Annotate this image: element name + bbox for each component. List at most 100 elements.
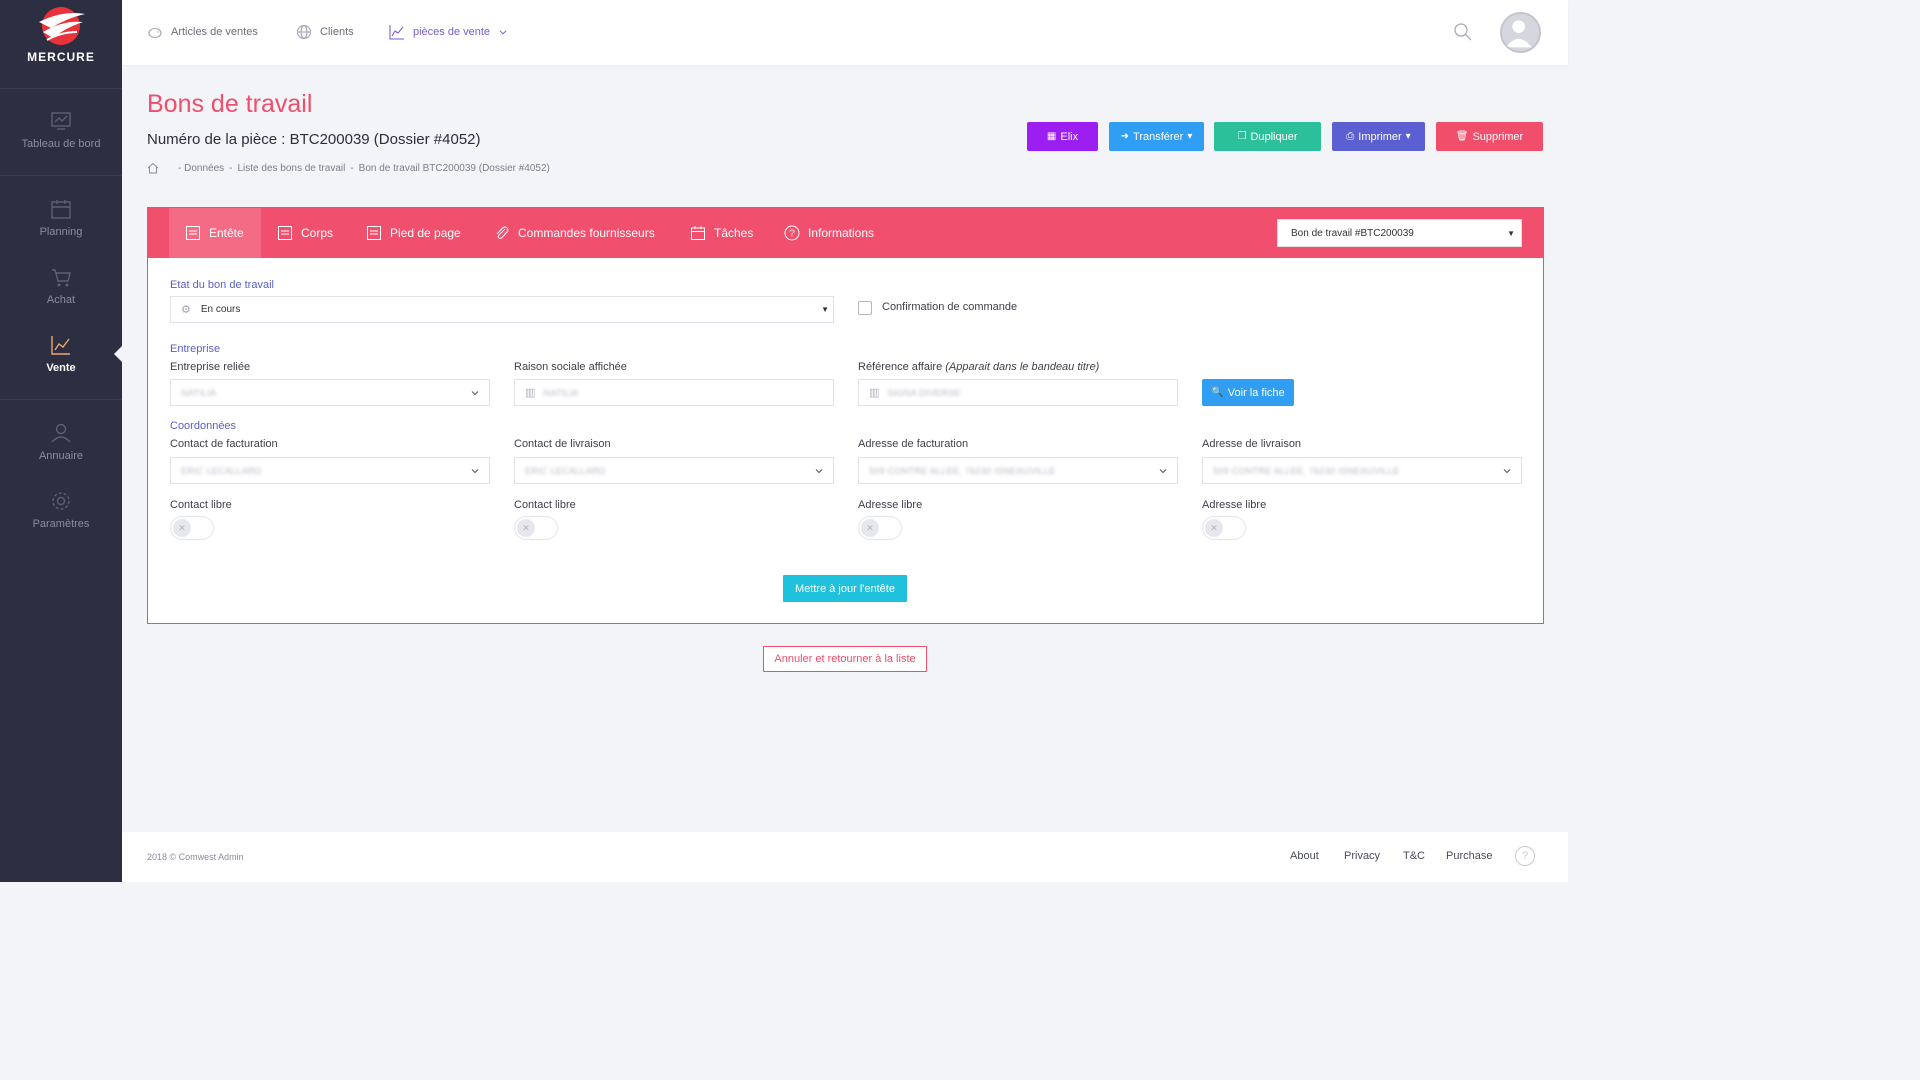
contact-facturation-value: ERIC LECALLARD [181,465,262,476]
breadcrumb-item[interactable]: Liste des bons de travail [237,163,345,174]
adresse-libre-label: Adresse libre [858,499,923,511]
sidebar-item-parametres[interactable]: Paramètres [0,490,122,530]
breadcrumb-sep: - [229,162,233,174]
nav-link-clients[interactable]: Clients [296,24,354,40]
tab-taches[interactable]: Tâches [674,208,769,258]
confirmation-checkbox[interactable] [858,301,872,315]
form-icon [186,226,200,240]
tab-pied-de-page[interactable]: Pied de page [350,208,477,258]
raison-label: Raison sociale affichée [514,361,627,373]
cart-icon [52,269,71,287]
close-icon: ✕ [173,519,191,537]
entreprise-select[interactable]: NATILIA [170,379,490,406]
help-icon[interactable]: ? [1515,846,1535,866]
sidebar-item-planning[interactable]: Planning [0,198,122,238]
nav-link-label: pièces de vente [413,26,491,38]
sidebar-item-achat[interactable]: Achat [0,266,122,306]
contact-livraison-label: Contact de livraison [514,438,611,450]
form-icon [278,226,292,240]
contact-libre-livraison-toggle[interactable]: ✕ [514,516,558,540]
adresse-livraison-label: Adresse de livraison [1202,438,1302,450]
avatar[interactable] [1500,12,1541,53]
home-icon[interactable] [147,162,159,174]
contact-livraison-value: ERIC LECALLARD [525,465,606,476]
dashboard-icon [51,112,71,130]
imprimer-button[interactable]: ⎙ Imprimer ▾ [1332,122,1425,151]
nav-link-label: Articles de ventes [171,26,258,38]
search-icon[interactable] [1453,22,1473,42]
piece-number: Numéro de la pièce : BTC200039 (Dossier … [147,131,481,148]
section-entreprise: Entreprise [170,343,221,355]
nav-link-articles[interactable]: Articles de ventes [147,24,258,40]
sidebar-item-annuaire[interactable]: Annuaire [0,422,122,462]
cancel-return-button[interactable]: Annuler et retourner à la liste [763,646,927,672]
sidebar-item-label: Tableau de bord [21,138,101,150]
adresse-libre-livraison-toggle[interactable]: ✕ [1202,516,1246,540]
caret-down-icon: ▼ [821,305,829,314]
contact-libre-facturation-toggle[interactable]: ✕ [170,516,214,540]
tab-informations[interactable]: ? Informations [768,208,890,258]
etat-select[interactable]: ⚙ En cours ▼ [170,296,834,323]
print-icon: ⎙ [1346,131,1355,142]
tab-label: Commandes fournisseurs [518,226,655,240]
contact-libre-label: Contact libre [514,499,576,511]
footer-link-purchase[interactable]: Purchase [1446,850,1492,862]
sidebar-item-dashboard[interactable]: Tableau de bord [0,110,122,150]
sidebar-item-vente[interactable]: Vente [0,334,122,374]
button-label: Transférer [1133,130,1184,143]
close-icon: ✕ [861,519,879,537]
transferer-button[interactable]: ➜ Transférer ▾ [1109,122,1204,151]
supprimer-button[interactable]: 🗑 Supprimer [1436,122,1543,151]
sidebar: MERCURE Tableau de bord Planning Achat V… [0,0,123,882]
nav-link-pieces-vente[interactable]: pièces de vente [389,24,508,40]
calculator-icon: ▦ [1046,131,1057,142]
page-title: Bons de travail [147,90,313,118]
contact-facturation-label: Contact de facturation [170,438,278,450]
contact-livraison-select[interactable]: ERIC LECALLARD [514,457,834,484]
tab-commandes-fournisseurs[interactable]: Commandes fournisseurs [478,208,671,258]
tab-label: Tâches [714,226,754,240]
tab-entete[interactable]: Entête [169,208,261,258]
contact-facturation-select[interactable]: ERIC LECALLARD [170,457,490,484]
sidebar-item-label: Planning [39,226,83,238]
reference-input[interactable]: ▥ SIGNA DIVERSE [858,379,1178,406]
footer: 2018 © Comwest Admin About Privacy T&C P… [122,832,1568,882]
button-label: Voir la fiche [1227,386,1285,399]
nav-link-label: Clients [320,26,354,38]
adresse-livraison-select[interactable]: 509 CONTRE ALLEE, 76230 ISNEAUVILLE [1202,457,1522,484]
voir-fiche-button[interactable]: 🔍 Voir la fiche [1202,379,1294,406]
footer-link-about[interactable]: About [1290,850,1319,862]
document-card: Entête Corps Pied de page Commandes four… [147,207,1544,624]
reference-value: SIGNA DIVERSE [887,387,961,398]
breadcrumb-item[interactable]: - Données [178,163,224,174]
breadcrumb-item: Bon de travail BTC200039 (Dossier #4052) [358,162,550,174]
breadcrumb-sep: - [350,162,354,174]
calendar-icon [51,200,71,219]
reference-hint: (Apparait dans le bandeau titre) [945,361,1100,373]
adresse-facturation-select[interactable]: 509 CONTRE ALLEE, 76230 ISNEAUVILLE [858,457,1178,484]
sidebar-item-label: Annuaire [38,450,84,462]
update-entete-button[interactable]: Mettre à jour l'entête [783,575,907,602]
document-select[interactable]: Bon de travail #BTC200039 ▼ [1277,219,1522,247]
chevron-down-icon [499,30,507,35]
adresse-facturation-label: Adresse de facturation [858,438,969,450]
entreprise-value: NATILIA [181,387,217,398]
dupliquer-button[interactable]: ❐ Dupliquer [1214,122,1321,151]
brand-logo[interactable]: MERCURE [0,0,122,76]
topbar: Articles de ventes Clients pièces de ven… [122,0,1568,65]
footer-link-tc[interactable]: T&C [1403,850,1425,862]
form-icon [367,226,381,240]
question-circle-icon: ? [784,225,800,241]
chart-icon [389,25,404,40]
tab-label: Entête [209,226,244,240]
footer-link-privacy[interactable]: Privacy [1344,850,1380,862]
nav-divider [0,399,122,400]
adresse-libre-facturation-toggle[interactable]: ✕ [858,516,902,540]
user-avatar-icon [1505,20,1532,48]
tab-corps[interactable]: Corps [261,208,349,258]
reference-label: Référence affaire (Apparait dans le band… [858,361,1099,373]
raison-input[interactable]: ▥ NATILIA [514,379,834,406]
chevron-down-icon: ▾ [1405,131,1411,142]
button-label: Elix [1060,130,1079,143]
elix-button[interactable]: ▦ Elix [1027,122,1098,151]
